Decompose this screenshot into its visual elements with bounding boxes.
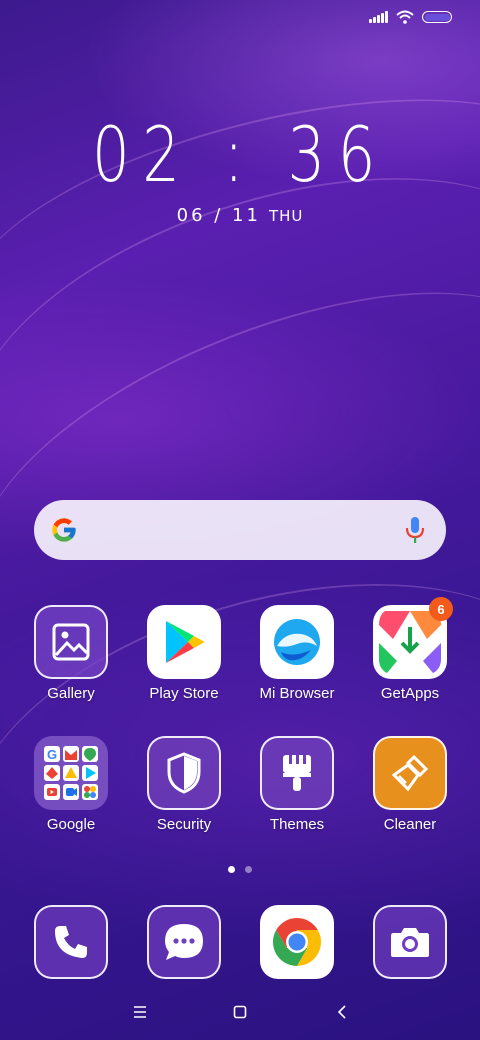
app-label: Google: [46, 816, 96, 833]
back-icon[interactable]: [330, 1000, 354, 1024]
google-folder-icon: G: [34, 736, 108, 810]
app-label: Gallery: [47, 685, 95, 702]
microphone-icon[interactable]: [404, 515, 426, 545]
app-label: Mi Browser: [259, 685, 335, 702]
app-gallery[interactable]: Gallery: [21, 605, 121, 702]
chrome-icon: [260, 905, 334, 979]
mi-browser-icon: [260, 605, 334, 679]
battery-icon: [422, 11, 452, 23]
shield-icon: [147, 736, 221, 810]
broom-icon: [373, 736, 447, 810]
dock-phone[interactable]: [21, 905, 121, 979]
brush-icon: [260, 736, 334, 810]
signal-icon: [369, 11, 388, 23]
app-play-store[interactable]: Play Store: [134, 605, 234, 702]
menu-icon[interactable]: [128, 1000, 152, 1024]
messages-icon: [147, 905, 221, 979]
google-search-bar[interactable]: [34, 500, 446, 560]
app-label: Security: [156, 816, 212, 833]
app-cleaner[interactable]: Cleaner: [360, 736, 460, 833]
app-mi-browser[interactable]: Mi Browser: [247, 605, 347, 702]
folder-google[interactable]: G Google: [21, 736, 121, 833]
app-themes[interactable]: Themes: [247, 736, 347, 833]
page-dot-active[interactable]: [228, 866, 235, 873]
clock-time[interactable]: 02 : 36: [53, 110, 427, 199]
notification-badge: 6: [429, 597, 453, 621]
navigation-bar: [0, 1000, 480, 1024]
gallery-icon: [34, 605, 108, 679]
app-security[interactable]: Security: [134, 736, 234, 833]
phone-icon: [34, 905, 108, 979]
camera-icon: [373, 905, 447, 979]
getapps-icon: 6: [373, 597, 453, 679]
app-getapps[interactable]: 6 GetApps: [360, 597, 460, 702]
weekday-text: THU: [268, 207, 304, 225]
svg-text:G: G: [47, 747, 57, 762]
wallpaper-wave: [0, 48, 480, 412]
app-label: Themes: [269, 816, 325, 833]
dock-chrome[interactable]: [247, 905, 347, 979]
status-bar: [369, 10, 452, 24]
wifi-icon: [396, 10, 414, 24]
page-dot[interactable]: [245, 866, 252, 873]
dock-camera[interactable]: [360, 905, 460, 979]
page-indicator: [228, 866, 252, 873]
date-text: 06 / 11: [176, 205, 261, 226]
app-label: Cleaner: [383, 816, 437, 833]
app-label: Play Store: [149, 685, 219, 702]
clock-date[interactable]: 06 / 11 THU: [0, 205, 480, 226]
play-store-icon: [147, 605, 221, 679]
app-label: GetApps: [380, 685, 440, 702]
home-icon[interactable]: [228, 1000, 252, 1024]
dock-messages[interactable]: [134, 905, 234, 979]
google-g-icon: [52, 518, 76, 542]
